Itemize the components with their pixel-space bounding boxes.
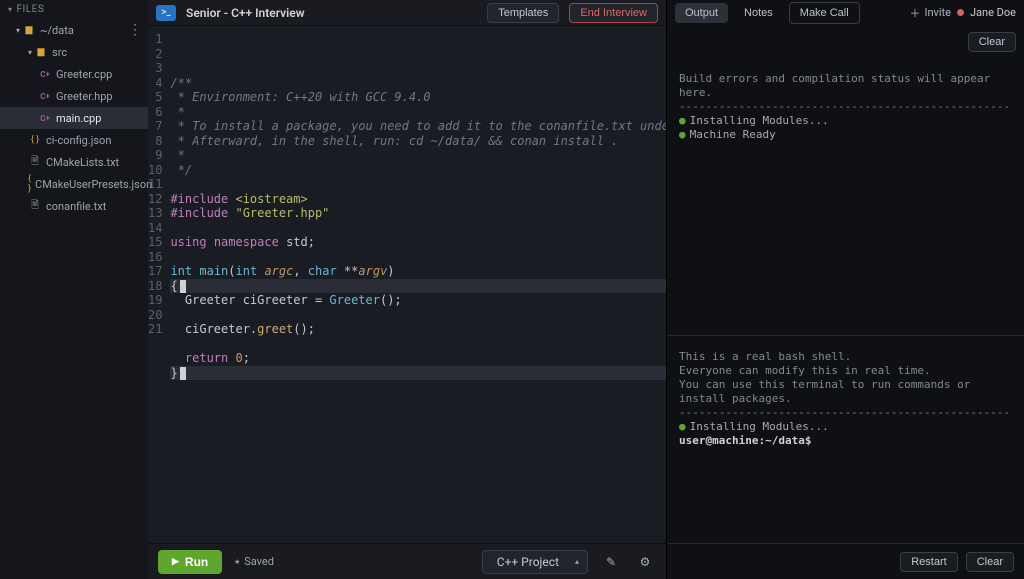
divider: ----------------------------------------… bbox=[679, 406, 1010, 419]
tree-label: Greeter.cpp bbox=[56, 68, 112, 81]
right-tabs: Output Notes Make Call ＋ Invite Jane Doe bbox=[667, 0, 1024, 26]
terminal-intro: You can use this terminal to run command… bbox=[679, 378, 977, 405]
templates-button[interactable]: Templates bbox=[487, 3, 559, 23]
code-area[interactable]: /** * Environment: C++20 with GCC 9.4.0 … bbox=[168, 26, 666, 543]
status-ok-icon bbox=[679, 420, 690, 433]
output-clear-button[interactable]: Clear bbox=[968, 32, 1016, 52]
tree-label: ci-config.json bbox=[46, 134, 111, 147]
editor-footer: ▶ Run ⭑ Saved C++ Project ▴ ✎ ⚙ bbox=[148, 543, 666, 579]
terminal-status-line: Installing Modules... bbox=[690, 420, 829, 433]
status-ok-icon bbox=[679, 114, 690, 127]
output-placeholder: Build errors and compilation status will… bbox=[679, 72, 997, 99]
file-icon: 🗎 bbox=[28, 198, 42, 215]
divider: ----------------------------------------… bbox=[679, 100, 1010, 113]
project-select[interactable]: C++ Project ▴ bbox=[482, 550, 588, 574]
username: Jane Doe bbox=[970, 6, 1016, 19]
tree-file[interactable]: C+ main.cpp bbox=[0, 107, 148, 129]
end-interview-button[interactable]: End Interview bbox=[569, 3, 658, 23]
terminal-intro: Everyone can modify this in real time. bbox=[679, 364, 931, 377]
tree-label: main.cpp bbox=[56, 112, 101, 125]
tree-file[interactable]: { }CMakeUserPresets.json bbox=[0, 173, 148, 195]
make-call-button[interactable]: Make Call bbox=[789, 2, 860, 24]
tree-folder-src[interactable]: ▾ ▆ src bbox=[0, 41, 148, 63]
output-status-line: Machine Ready bbox=[690, 128, 776, 141]
more-icon[interactable]: ⋮ bbox=[128, 22, 142, 38]
tree-file[interactable]: C+ Greeter.cpp bbox=[0, 63, 148, 85]
file-icon: 🗎 bbox=[28, 154, 42, 171]
restart-button[interactable]: Restart bbox=[900, 552, 957, 572]
session-title: Senior - C++ Interview bbox=[186, 6, 305, 20]
terminal-icon: >_ bbox=[156, 5, 176, 21]
json-icon: { } bbox=[28, 174, 31, 194]
terminal-pane[interactable]: This is a real bash shell. Everyone can … bbox=[667, 336, 1024, 579]
tab-notes[interactable]: Notes bbox=[734, 3, 783, 23]
output-status-line: Installing Modules... bbox=[690, 114, 829, 127]
cpp-icon: C+ bbox=[38, 114, 52, 123]
chevron-up-icon: ▴ bbox=[575, 557, 579, 566]
tree-label: CMakeUserPresets.json bbox=[35, 178, 152, 191]
terminal-clear-button[interactable]: Clear bbox=[966, 552, 1014, 572]
saved-label: Saved bbox=[244, 555, 274, 568]
tab-output[interactable]: Output bbox=[675, 3, 728, 23]
invite-button[interactable]: ＋ Invite bbox=[909, 5, 951, 21]
cpp-icon: C+ bbox=[38, 70, 52, 79]
terminal-footer: Restart Clear bbox=[667, 543, 1024, 579]
interview-header: >_ Senior - C++ Interview Templates End … bbox=[148, 0, 666, 26]
sidebar-title: FILES bbox=[17, 4, 45, 15]
sidebar-header: ▾ FILES bbox=[0, 0, 148, 19]
plus-icon: ＋ bbox=[909, 5, 920, 21]
save-icon: ⭑ bbox=[234, 555, 240, 569]
code-editor[interactable]: 123456789101112131415161718192021 /** * … bbox=[148, 26, 666, 543]
tree-file[interactable]: 🗎 conanfile.txt bbox=[0, 195, 148, 217]
tree-label: conanfile.txt bbox=[46, 200, 106, 213]
chevron-down-icon: ▾ bbox=[8, 5, 13, 14]
saved-indicator: ⭑ Saved bbox=[234, 555, 274, 569]
edit-icon[interactable]: ✎ bbox=[600, 551, 622, 573]
json-icon: { } bbox=[28, 135, 42, 145]
status-ok-icon bbox=[679, 128, 690, 141]
tree-file[interactable]: 🗎 CMakeLists.txt bbox=[0, 151, 148, 173]
editor-column: >_ Senior - C++ Interview Templates End … bbox=[148, 0, 666, 579]
folder-icon: ▆ bbox=[34, 47, 48, 57]
run-button[interactable]: ▶ Run bbox=[158, 550, 222, 574]
line-gutter: 123456789101112131415161718192021 bbox=[148, 26, 168, 543]
tree-label: src bbox=[52, 46, 67, 59]
gear-icon[interactable]: ⚙ bbox=[634, 551, 656, 573]
chevron-down-icon: ▾ bbox=[28, 48, 32, 57]
project-label: C++ Project bbox=[497, 555, 559, 569]
tree-label: Greeter.hpp bbox=[56, 90, 113, 103]
tree-root-folder[interactable]: ▾ ▆ ~/data ⋮ bbox=[0, 19, 148, 41]
run-label: Run bbox=[185, 555, 208, 569]
file-sidebar: ▾ FILES ▾ ▆ ~/data ⋮ ▾ ▆ src C+ Greeter.c… bbox=[0, 0, 148, 579]
terminal-intro: This is a real bash shell. bbox=[679, 350, 851, 363]
chevron-down-icon: ▾ bbox=[16, 26, 20, 35]
play-icon: ▶ bbox=[172, 556, 179, 567]
terminal-prompt[interactable]: user@machine:~/data$ bbox=[679, 434, 811, 447]
output-pane: Build errors and compilation status will… bbox=[667, 58, 1024, 336]
invite-label: Invite bbox=[924, 6, 951, 19]
cpp-icon: C+ bbox=[38, 92, 52, 101]
presence-dot-icon bbox=[957, 9, 964, 16]
tree-file[interactable]: C+ Greeter.hpp bbox=[0, 85, 148, 107]
tree-label: ~/data bbox=[40, 24, 74, 37]
tree-file[interactable]: { } ci-config.json bbox=[0, 129, 148, 151]
tree-label: CMakeLists.txt bbox=[46, 156, 119, 169]
folder-icon: ▆ bbox=[22, 25, 36, 35]
right-panel: Output Notes Make Call ＋ Invite Jane Doe… bbox=[666, 0, 1024, 579]
